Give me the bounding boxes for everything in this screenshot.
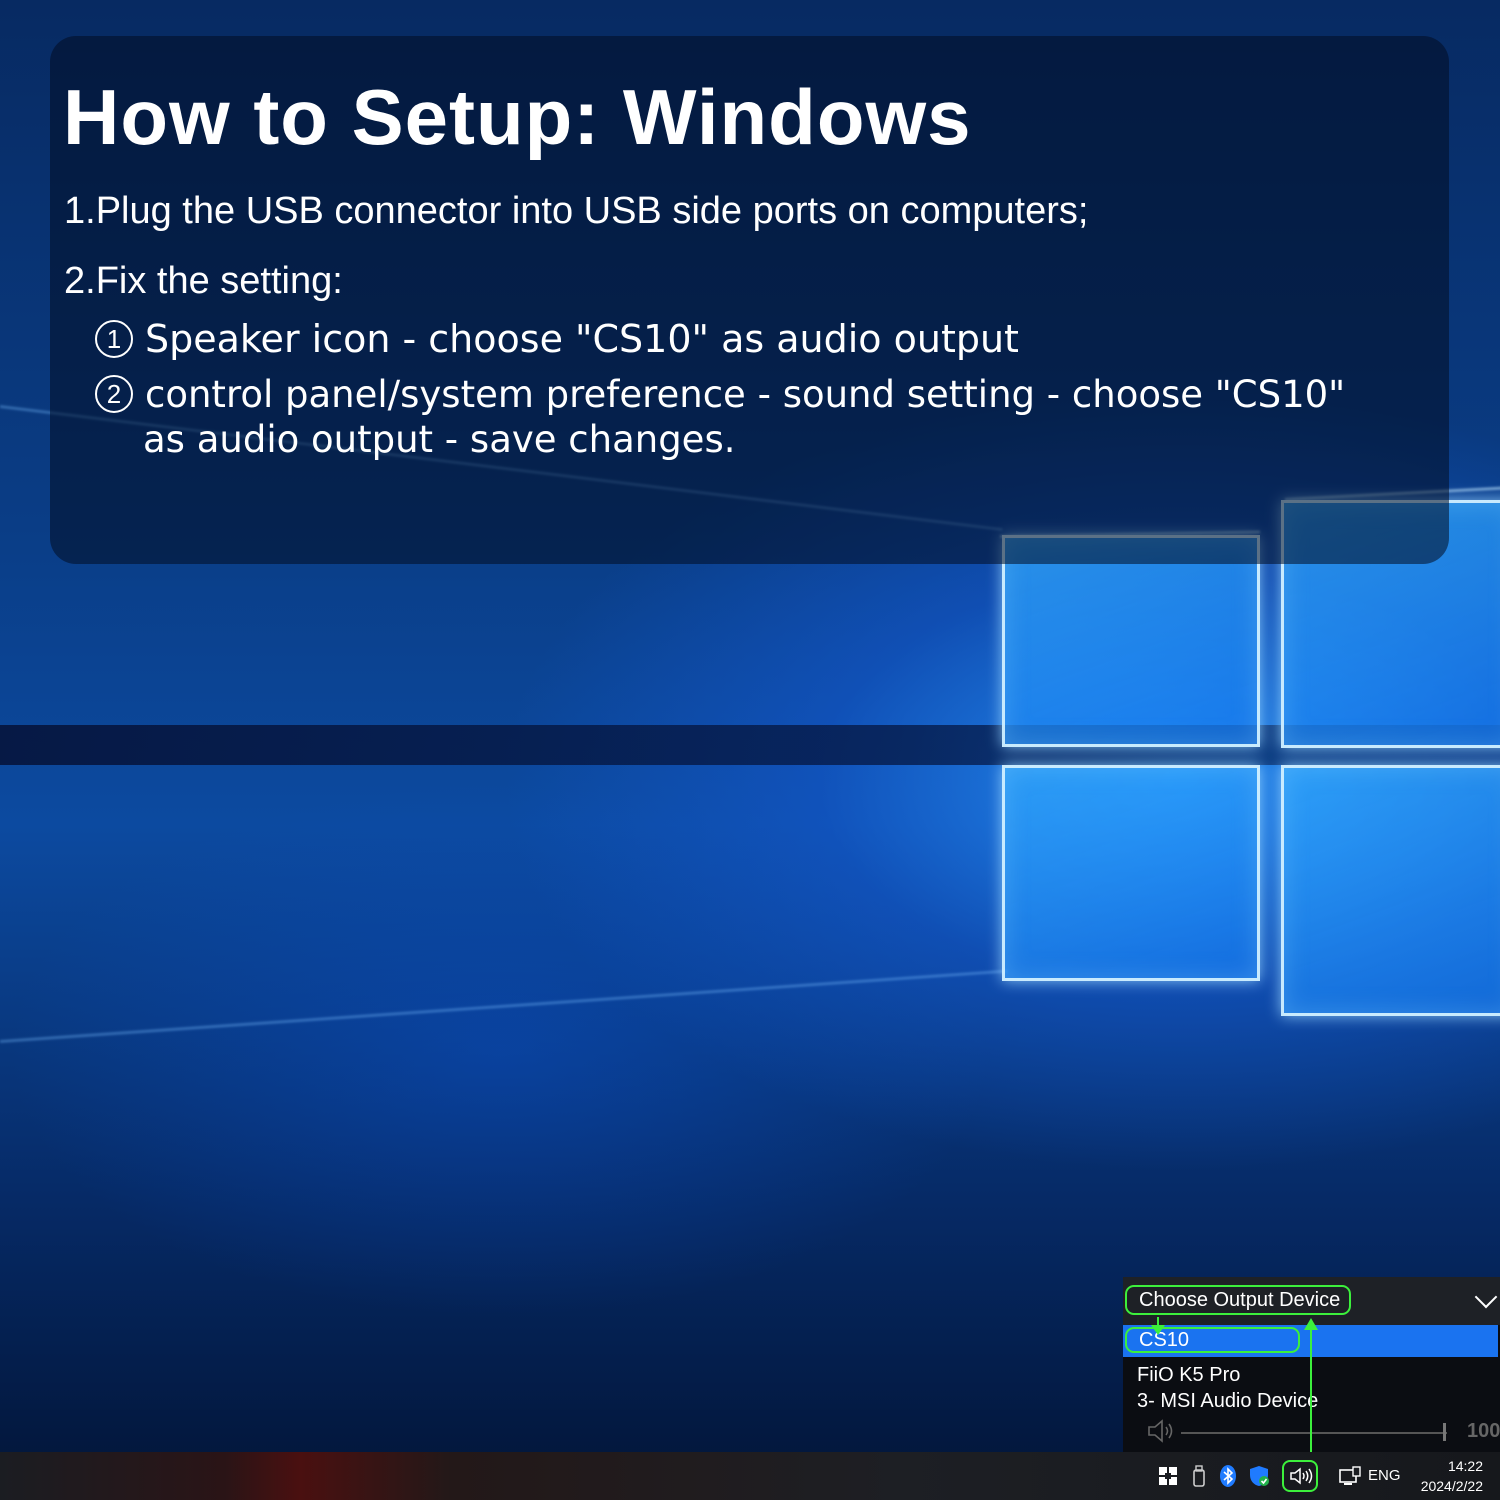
- clock-date: 2024/2/22: [1420, 1478, 1483, 1494]
- sub-step-2-line-2: as audio output - save changes.: [143, 418, 736, 461]
- light-beam: [0, 969, 1008, 1043]
- sub-step-1: 1 Speaker icon - choose "CS10" as audio o…: [95, 317, 1019, 361]
- store-icon[interactable]: [1156, 1464, 1180, 1488]
- window-pane-top-left: [1002, 535, 1260, 747]
- bluetooth-icon[interactable]: [1216, 1464, 1240, 1488]
- taskbar: ENG 14:22 2024/2/22: [0, 1452, 1500, 1500]
- dark-band: [0, 725, 1500, 765]
- step-2: 2.Fix the setting:: [64, 260, 343, 302]
- volume-value: 100: [1467, 1420, 1500, 1442]
- clock-time: 14:22: [1447, 1458, 1483, 1474]
- step-1: 1.Plug the USB connector into USB side p…: [64, 190, 1089, 232]
- sub-step-1-text: Speaker icon - choose "CS10" as audio ou…: [145, 317, 1019, 361]
- security-shield-icon[interactable]: [1247, 1464, 1271, 1488]
- volume-slider-track[interactable]: [1181, 1432, 1447, 1434]
- window-pane-bottom-left: [1002, 765, 1260, 981]
- sub-step-2-line-1: control panel/system preference - sound …: [145, 373, 1346, 416]
- chevron-down-icon[interactable]: [1474, 1285, 1498, 1309]
- speaker-button[interactable]: [1282, 1460, 1318, 1492]
- speaker-icon: [1290, 1467, 1313, 1485]
- volume-speaker-icon[interactable]: [1147, 1419, 1177, 1443]
- language-indicator[interactable]: ENG: [1368, 1467, 1401, 1484]
- network-icon[interactable]: [1338, 1464, 1362, 1488]
- arrow-head-up-icon: [1304, 1318, 1318, 1330]
- device-option[interactable]: FiiO K5 Pro: [1137, 1364, 1240, 1387]
- device-option[interactable]: 3- MSI Audio Device: [1137, 1390, 1318, 1413]
- arrow-connector: [1310, 1327, 1312, 1462]
- usb-drive-icon[interactable]: [1187, 1464, 1211, 1488]
- circled-number: 2: [95, 375, 133, 413]
- circled-number: 1: [95, 320, 133, 358]
- clock[interactable]: 14:22 2024/2/22: [1409, 1456, 1483, 1496]
- window-pane-bottom-right: [1281, 765, 1500, 1016]
- volume-slider-thumb[interactable]: [1443, 1423, 1446, 1441]
- page-title: How to Setup: Windows: [63, 73, 972, 161]
- choose-output-device-label: Choose Output Device: [1125, 1285, 1351, 1315]
- sub-step-2: 2 control panel/system preference - sound…: [95, 373, 1345, 416]
- arrow-head-down-icon: [1151, 1325, 1165, 1335]
